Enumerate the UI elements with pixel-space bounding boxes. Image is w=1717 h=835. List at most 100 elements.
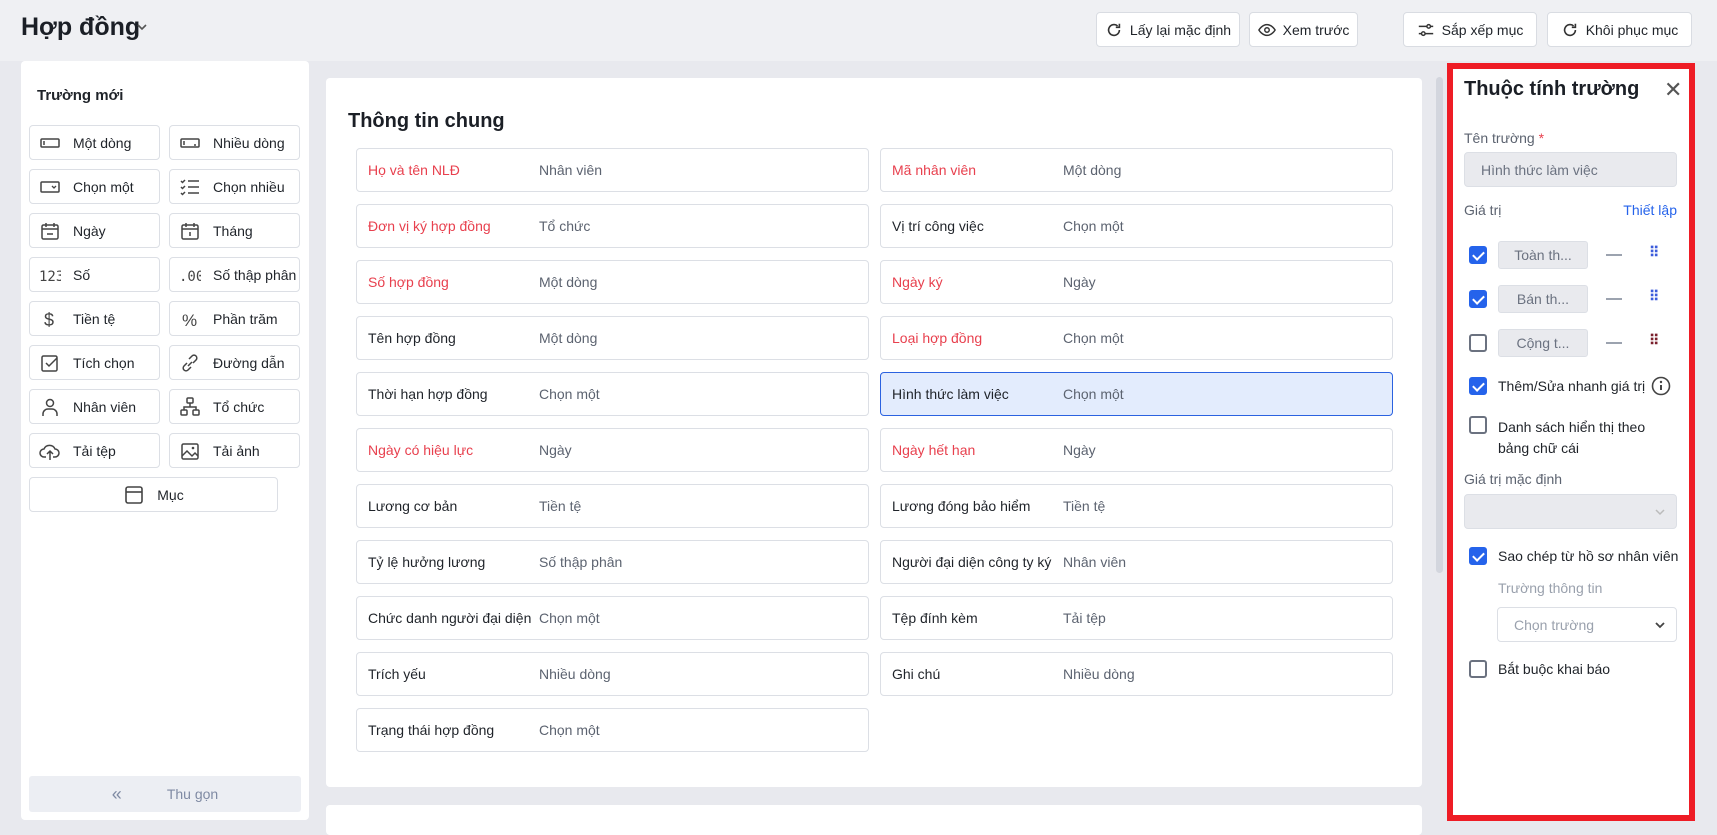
refresh-icon xyxy=(1107,23,1121,36)
field-row[interactable]: Ngày có hiệu lực Ngày xyxy=(356,428,869,472)
field-row[interactable]: Vị trí công việc Chọn một xyxy=(880,204,1393,248)
option-value-input[interactable]: Bán th... xyxy=(1498,285,1588,313)
field-name-input[interactable]: Hình thức làm việc xyxy=(1464,152,1677,187)
option-checkbox[interactable] xyxy=(1469,246,1487,264)
field-label: Vị trí công việc xyxy=(892,218,984,234)
field-row[interactable]: Họ và tên NLĐ Nhân viên xyxy=(356,148,869,192)
field-row[interactable]: Tệp đính kèm Tải tệp xyxy=(880,596,1393,640)
drag-handle-icon[interactable]: ⠿ xyxy=(1649,245,1659,259)
setup-link[interactable]: Thiết lập xyxy=(1623,202,1677,218)
field-row[interactable]: Tỷ lệ hưởng lương Số thập phân xyxy=(356,540,869,584)
option-value-input[interactable]: Toàn th... xyxy=(1498,241,1588,269)
button-label: Phần trăm xyxy=(213,310,278,327)
remove-option-icon[interactable] xyxy=(1606,342,1622,344)
field-row[interactable]: Loại hợp đồng Chọn một xyxy=(880,316,1393,360)
page-title[interactable]: Hợp đồng xyxy=(21,13,140,42)
upload-file-icon xyxy=(39,444,60,460)
preview-button[interactable]: Xem trước xyxy=(1249,12,1358,47)
add-field-select-one[interactable]: Chọn một xyxy=(29,169,160,204)
drag-handle-icon[interactable]: ⠿ xyxy=(1649,289,1659,303)
field-row[interactable]: Lương đóng bảo hiểm Tiền tệ xyxy=(880,484,1393,528)
field-row[interactable]: Hình thức làm việc Chọn một xyxy=(880,372,1393,416)
decimal-icon: .00 xyxy=(179,269,201,285)
field-label: Loại hợp đồng xyxy=(892,330,983,346)
copy-profile-label: Sao chép từ hồ sơ nhân viên xyxy=(1498,548,1679,564)
field-label: Tỷ lệ hưởng lương xyxy=(368,554,486,570)
button-label: Lấy lại mặc định xyxy=(1129,21,1232,38)
sort-sections-button[interactable]: Sắp xếp mục xyxy=(1403,12,1537,47)
upload-image-icon xyxy=(181,442,199,460)
field-row[interactable]: Người đại diện công ty ký Nhân viên xyxy=(880,540,1393,584)
svg-text:.00: .00 xyxy=(179,269,201,285)
field-row[interactable]: Trạng thái hợp đồng Chọn một xyxy=(356,708,869,752)
field-row[interactable]: Đơn vị ký hợp đồng Tổ chức xyxy=(356,204,869,248)
add-field-employee[interactable]: Nhân viên xyxy=(29,389,160,424)
field-label: Họ và tên NLĐ xyxy=(368,162,460,178)
reset-default-button[interactable]: Lấy lại mặc định xyxy=(1096,12,1240,47)
add-field-select-multi[interactable]: Chọn nhiều xyxy=(169,169,300,204)
field-properties-panel: Thuộc tính trường ✕ Tên trường * Hình th… xyxy=(1447,63,1695,821)
field-label: Chức danh người đại diện xyxy=(368,610,532,626)
refresh-icon xyxy=(1563,23,1576,36)
field-row[interactable]: Tên hợp đồng Một dòng xyxy=(356,316,869,360)
currency-icon: $ xyxy=(44,310,54,329)
button-label: Ngày xyxy=(73,222,106,239)
add-field-upload-image[interactable]: Tải ảnh xyxy=(169,433,300,468)
scrollbar[interactable] xyxy=(1436,77,1443,573)
field-label: Lương cơ bản xyxy=(368,498,458,514)
field-row[interactable]: Ghi chú Nhiều dòng xyxy=(880,652,1393,696)
values-label: Giá trị xyxy=(1464,202,1502,218)
button-label: Tải ảnh xyxy=(213,442,260,459)
date-icon xyxy=(41,222,59,240)
add-field-percent[interactable]: % Phần trăm xyxy=(169,301,300,336)
add-section-button[interactable]: Mục xyxy=(29,477,278,512)
field-label: Tên hợp đồng xyxy=(368,330,456,346)
remove-option-icon[interactable] xyxy=(1606,298,1622,300)
field-row[interactable]: Trích yếu Nhiều dòng xyxy=(356,652,869,696)
field-row[interactable]: Số hợp đồng Một dòng xyxy=(356,260,869,304)
single-line-icon xyxy=(40,137,60,148)
restore-sections-button[interactable]: Khôi phục mục xyxy=(1547,12,1692,47)
field-type: Chọn một xyxy=(1063,330,1124,346)
add-field-date[interactable]: Ngày xyxy=(29,213,160,248)
panel-title: Thuộc tính trường xyxy=(1464,78,1640,100)
field-type: Chọn một xyxy=(1063,386,1124,402)
copy-profile-checkbox[interactable] xyxy=(1469,547,1487,565)
collapse-button[interactable]: « Thu gọn xyxy=(29,776,301,812)
close-icon[interactable]: ✕ xyxy=(1664,77,1682,103)
field-row[interactable]: Ngày ký Ngày xyxy=(880,260,1393,304)
field-row[interactable]: Mã nhân viên Một dòng xyxy=(880,148,1393,192)
add-field-checkbox[interactable]: Tích chọn xyxy=(29,345,160,380)
option-checkbox[interactable] xyxy=(1469,334,1487,352)
remove-option-icon[interactable] xyxy=(1606,254,1622,256)
add-field-decimal[interactable]: .00 Số thập phân xyxy=(169,257,300,292)
field-type: Một dòng xyxy=(539,274,598,290)
field-row[interactable]: Ngày hết hạn Ngày xyxy=(880,428,1393,472)
field-row[interactable]: Chức danh người đại diện Chọn một xyxy=(356,596,869,640)
alphabetical-checkbox[interactable] xyxy=(1469,416,1487,434)
field-type: Chọn một xyxy=(1063,218,1124,234)
option-checkbox[interactable] xyxy=(1469,290,1487,308)
next-section xyxy=(326,805,1422,835)
field-row[interactable]: Thời hạn hợp đồng Chọn một xyxy=(356,372,869,416)
drag-handle-icon[interactable]: ⠿ xyxy=(1649,333,1659,347)
add-field-upload-file[interactable]: Tải tệp xyxy=(29,433,160,468)
info-field-select[interactable]: Chọn trường xyxy=(1497,607,1677,642)
field-label: Ngày ký xyxy=(892,274,943,290)
add-field-multi-line[interactable]: Nhiều dòng xyxy=(169,125,300,160)
add-field-single-line[interactable]: Một dòng xyxy=(29,125,160,160)
new-field-panel: Trường mới Một dòng Nhiều dòng Chọn một Chọ… xyxy=(21,61,309,820)
default-value-label: Giá trị mặc định xyxy=(1464,471,1563,487)
add-field-org[interactable]: Tổ chức xyxy=(169,389,300,424)
quick-edit-checkbox[interactable] xyxy=(1469,377,1487,395)
add-field-month[interactable]: Tháng xyxy=(169,213,300,248)
add-field-currency[interactable]: $ Tiền tệ xyxy=(29,301,160,336)
add-field-number[interactable]: 123 Số xyxy=(29,257,160,292)
info-icon[interactable] xyxy=(1651,376,1671,396)
chevron-down-icon[interactable] xyxy=(135,20,149,34)
sliders-icon xyxy=(1418,23,1433,36)
option-value-input[interactable]: Cộng t... xyxy=(1498,329,1588,357)
add-field-link[interactable]: Đường dẫn xyxy=(169,345,300,380)
field-row[interactable]: Lương cơ bản Tiền tệ xyxy=(356,484,869,528)
mandatory-checkbox[interactable] xyxy=(1469,660,1487,678)
